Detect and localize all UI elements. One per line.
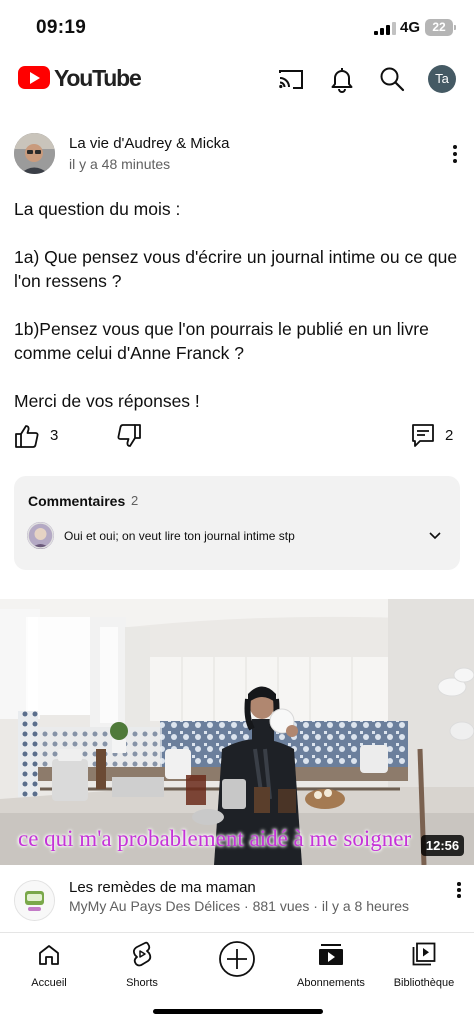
comment-icon[interactable] bbox=[411, 423, 435, 449]
nav-shorts-label: Shorts bbox=[126, 977, 158, 989]
dislike-icon[interactable] bbox=[116, 423, 142, 449]
first-comment-text: Oui et oui; on veut lire ton journal int… bbox=[64, 529, 295, 543]
home-icon bbox=[39, 945, 59, 965]
nav-library-label: Bibliothèque bbox=[393, 977, 455, 989]
battery-icon: 22 bbox=[425, 19, 456, 36]
nav-home-label: Accueil bbox=[31, 977, 67, 989]
search-icon[interactable] bbox=[377, 64, 407, 94]
video-title[interactable]: Les remèdes de ma maman bbox=[69, 879, 256, 896]
youtube-wordmark[interactable]: YouTube bbox=[54, 65, 142, 92]
nav-create[interactable] bbox=[197, 939, 277, 984]
post-time: il y a 48 minutes bbox=[69, 156, 171, 172]
video-channel-avatar[interactable] bbox=[14, 880, 55, 921]
post-paragraph: Merci de vos réponses ! bbox=[14, 391, 200, 411]
network-type: 4G bbox=[400, 19, 421, 36]
nav-subscriptions[interactable]: Abonnements bbox=[291, 941, 371, 989]
more-options-icon[interactable] bbox=[446, 144, 464, 164]
comment-count: 2 bbox=[445, 427, 454, 444]
nav-shorts[interactable]: Shorts bbox=[102, 941, 182, 989]
home-indicator bbox=[153, 1009, 323, 1014]
comments-section[interactable]: Commentaires 2 Oui et oui; on veut lire … bbox=[14, 476, 460, 570]
commenter-avatar bbox=[27, 522, 54, 549]
like-icon[interactable] bbox=[14, 423, 40, 449]
shorts-icon bbox=[132, 941, 152, 967]
library-icon bbox=[412, 942, 436, 966]
post-body: La question du mois : 1a) Que pensez vou… bbox=[14, 197, 464, 437]
video-duration: 12:56 bbox=[421, 835, 464, 856]
youtube-logo-icon[interactable] bbox=[18, 66, 50, 89]
subscriptions-icon bbox=[319, 944, 343, 965]
nav-library[interactable]: Bibliothèque bbox=[384, 941, 464, 989]
channel-avatar[interactable] bbox=[14, 133, 55, 174]
video-meta: MyMy Au Pays Des Délices · 881 vues · il… bbox=[69, 898, 410, 914]
status-bar: 09:19 4G 22 bbox=[0, 0, 474, 56]
cast-icon[interactable] bbox=[276, 64, 306, 94]
video-caption: ce qui m'a probablement aidé à me soigne… bbox=[18, 826, 412, 851]
nav-subscriptions-label: Abonnements bbox=[297, 977, 365, 989]
battery-level: 22 bbox=[432, 20, 446, 34]
comments-title: Commentaires bbox=[28, 493, 126, 509]
post-paragraph: 1a) Que pensez vous d'écrire un journal … bbox=[14, 247, 458, 291]
post-paragraph: 1b)Pensez vous que l'on pourrais le publ… bbox=[14, 319, 429, 363]
like-count: 3 bbox=[50, 427, 59, 444]
status-time: 09:19 bbox=[36, 17, 87, 38]
nav-home[interactable]: Accueil bbox=[9, 941, 89, 989]
chevron-down-icon[interactable] bbox=[428, 531, 442, 541]
bell-icon[interactable] bbox=[327, 64, 357, 94]
app-header: YouTube Ta bbox=[0, 56, 474, 104]
post-author[interactable]: La vie d'Audrey & Micka bbox=[69, 135, 229, 152]
create-plus-icon bbox=[219, 941, 255, 977]
signal-icon bbox=[374, 22, 396, 35]
comments-count: 2 bbox=[131, 493, 139, 508]
post-paragraph: La question du mois : bbox=[14, 199, 181, 219]
video-more-options-icon[interactable] bbox=[450, 881, 468, 901]
account-avatar[interactable]: Ta bbox=[428, 65, 456, 93]
